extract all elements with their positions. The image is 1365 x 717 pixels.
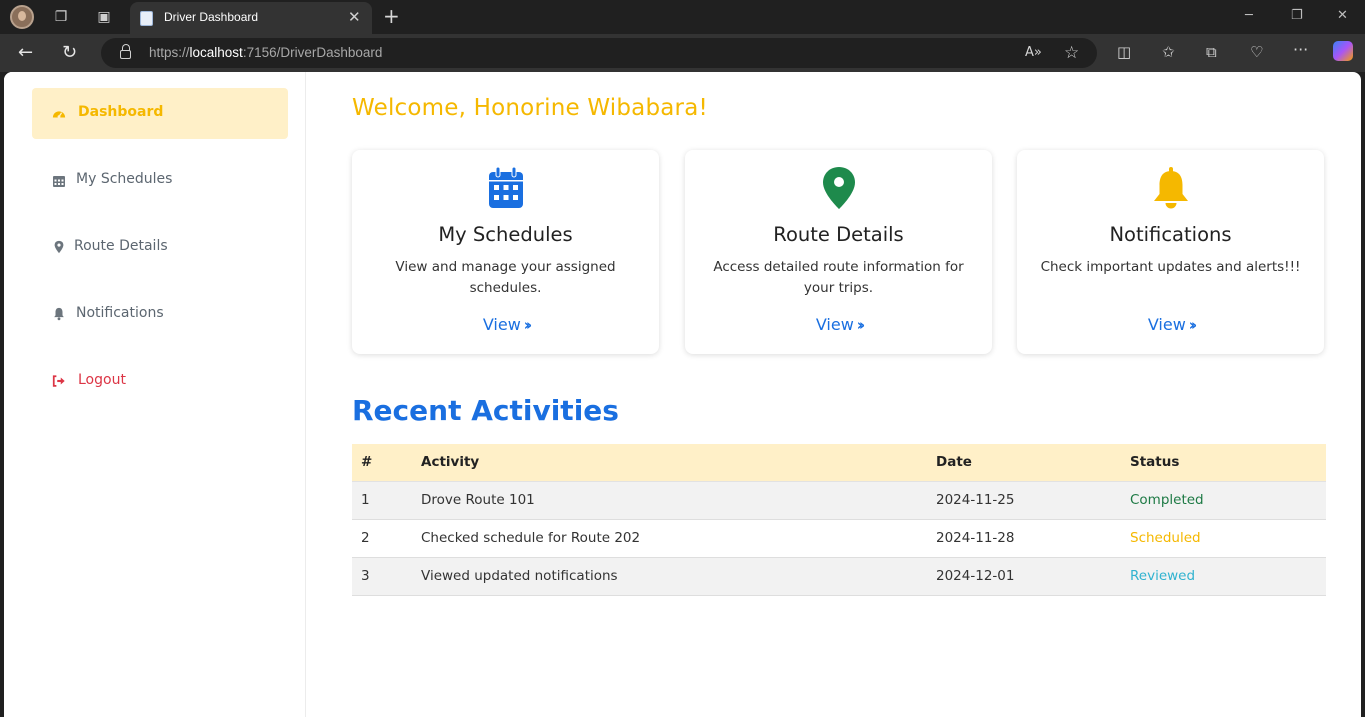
url-text[interactable]: https://localhost:7156/DriverDashboard bbox=[149, 45, 382, 60]
card-title: Route Details bbox=[773, 223, 904, 246]
sidebar-item-label: My Schedules bbox=[76, 171, 173, 187]
view-schedules-link[interactable]: View ›› bbox=[352, 315, 659, 334]
sidebar-item-logout[interactable]: Logout bbox=[32, 356, 288, 407]
card-description: Check important updates and alerts!!! bbox=[1040, 259, 1301, 275]
lock-icon[interactable] bbox=[120, 44, 131, 59]
status-cell: Scheduled bbox=[1121, 519, 1326, 558]
table-row: 3 Viewed updated notifications 2024-12-0… bbox=[352, 557, 1326, 596]
status-cell: Reviewed bbox=[1121, 557, 1326, 596]
bell-icon bbox=[1153, 167, 1188, 209]
browser-essentials-icon[interactable]: ♡ bbox=[1250, 43, 1263, 61]
recent-activities-heading: Recent Activities bbox=[352, 394, 619, 427]
back-arrow-icon[interactable]: ← bbox=[18, 42, 33, 63]
sidebar-item-label: Logout bbox=[78, 372, 126, 388]
activity-cell: Drove Route 101 bbox=[412, 481, 927, 520]
new-tab-icon[interactable]: + bbox=[383, 4, 400, 28]
card-route-details: Route Details Access detailed route info… bbox=[685, 150, 992, 354]
sidebar-item-label: Dashboard bbox=[78, 104, 164, 120]
activity-cell: Checked schedule for Route 202 bbox=[412, 519, 927, 558]
favorites-icon[interactable]: ✩ bbox=[1162, 43, 1175, 61]
page-favicon-icon bbox=[140, 11, 153, 26]
sidebar-item-label: Notifications bbox=[76, 305, 164, 321]
profile-avatar[interactable] bbox=[10, 5, 34, 29]
status-cell: Completed bbox=[1121, 481, 1326, 520]
read-aloud-icon[interactable]: A» bbox=[1025, 45, 1042, 60]
more-options-icon[interactable]: ··· bbox=[1293, 40, 1308, 59]
welcome-heading: Welcome, Honorine Wibabara! bbox=[352, 95, 708, 121]
column-header-status: Status bbox=[1121, 444, 1326, 482]
browser-toolbar: ← ↻ https://localhost:7156/DriverDashboa… bbox=[0, 34, 1365, 72]
sidebar-item-dashboard[interactable]: Dashboard bbox=[32, 88, 288, 139]
calendar-icon bbox=[488, 166, 523, 208]
sidebar-item-route-details[interactable]: Route Details bbox=[32, 222, 288, 273]
sidebar-item-notifications[interactable]: Notifications bbox=[32, 289, 288, 340]
card-description: View and manage your assigned schedules. bbox=[395, 259, 616, 296]
table-row: 2 Checked schedule for Route 202 2024-11… bbox=[352, 519, 1326, 558]
copilot-icon[interactable] bbox=[1333, 41, 1353, 61]
view-link-label[interactable]: View bbox=[483, 315, 521, 334]
close-tab-icon[interactable]: ✕ bbox=[348, 8, 361, 26]
row-number: 3 bbox=[352, 557, 412, 596]
sidebar-item-my-schedules[interactable]: My Schedules bbox=[32, 155, 288, 206]
close-window-icon[interactable]: ✕ bbox=[1337, 8, 1348, 23]
date-cell: 2024-11-25 bbox=[927, 481, 1121, 520]
row-number: 1 bbox=[352, 481, 412, 520]
view-link-label[interactable]: View bbox=[816, 315, 854, 334]
view-notifications-link[interactable]: View ›› bbox=[1017, 315, 1324, 334]
browser-tab-bar: ❐ ▣ Driver Dashboard ✕ + ─ ❐ ✕ bbox=[0, 0, 1365, 34]
collections-icon[interactable]: ⧉ bbox=[1206, 43, 1217, 61]
gauge-icon bbox=[52, 111, 66, 119]
row-number: 2 bbox=[352, 519, 412, 558]
restore-icon[interactable]: ❐ bbox=[1291, 8, 1303, 23]
tab-driver-dashboard[interactable]: Driver Dashboard ✕ bbox=[130, 2, 372, 34]
logout-icon bbox=[52, 375, 65, 387]
address-bar[interactable]: https://localhost:7156/DriverDashboard A… bbox=[101, 38, 1097, 68]
date-cell: 2024-11-28 bbox=[927, 519, 1121, 558]
card-title: Notifications bbox=[1109, 223, 1232, 246]
column-header-number: # bbox=[352, 444, 412, 482]
map-pin-icon bbox=[822, 167, 855, 209]
sidebar-item-label: Route Details bbox=[74, 238, 168, 254]
column-header-date: Date bbox=[927, 444, 1121, 482]
activity-cell: Viewed updated notifications bbox=[412, 557, 927, 596]
main-content: Welcome, Honorine Wibabara! My Schedules… bbox=[306, 72, 1361, 717]
minimize-icon[interactable]: ─ bbox=[1245, 8, 1253, 23]
card-my-schedules: My Schedules View and manage your assign… bbox=[352, 150, 659, 354]
page-content: Dashboard My Schedules Route Details Not… bbox=[4, 72, 1361, 717]
calendar-icon bbox=[53, 176, 65, 187]
card-description: Access detailed route information for yo… bbox=[713, 259, 964, 296]
split-screen-icon[interactable]: ◫ bbox=[1117, 43, 1131, 61]
refresh-icon[interactable]: ↻ bbox=[62, 42, 77, 63]
tab-title: Driver Dashboard bbox=[164, 10, 259, 24]
view-link-label[interactable]: View bbox=[1148, 315, 1186, 334]
double-chevron-right-icon[interactable]: ›› bbox=[524, 316, 533, 334]
favorite-star-icon[interactable]: ☆ bbox=[1064, 43, 1079, 63]
double-chevron-right-icon[interactable]: ›› bbox=[1189, 316, 1198, 334]
sidebar: Dashboard My Schedules Route Details Not… bbox=[4, 72, 306, 717]
view-route-details-link[interactable]: View ›› bbox=[685, 315, 992, 334]
column-header-activity: Activity bbox=[412, 444, 927, 482]
tab-actions-icon[interactable]: ▣ bbox=[95, 8, 113, 26]
double-chevron-right-icon[interactable]: ›› bbox=[857, 316, 866, 334]
recent-activities-table: # Activity Date Status 1 Drove Route 101… bbox=[352, 444, 1326, 596]
card-title: My Schedules bbox=[438, 223, 573, 246]
workspaces-icon[interactable]: ❐ bbox=[52, 8, 70, 26]
date-cell: 2024-12-01 bbox=[927, 557, 1121, 596]
bell-icon bbox=[54, 307, 64, 321]
table-row: 1 Drove Route 101 2024-11-25 Completed bbox=[352, 481, 1326, 520]
card-notifications: Notifications Check important updates an… bbox=[1017, 150, 1324, 354]
map-pin-icon bbox=[54, 240, 64, 254]
table-header-row: # Activity Date Status bbox=[352, 444, 1326, 482]
